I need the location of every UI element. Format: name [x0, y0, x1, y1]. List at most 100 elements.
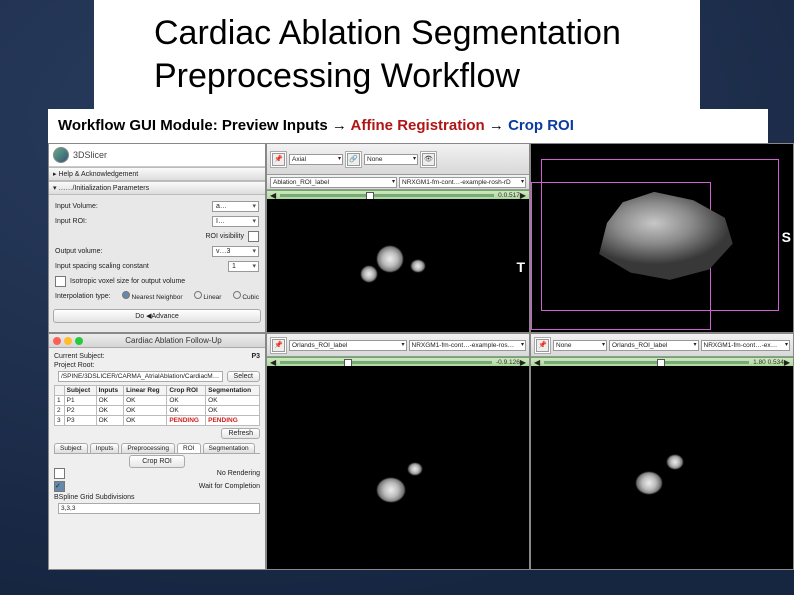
- button-select[interactable]: Select: [227, 371, 260, 382]
- table-row[interactable]: 1P1OKOKOKOK: [55, 396, 260, 406]
- tab-inputs[interactable]: Inputs: [90, 443, 120, 453]
- dd-label[interactable]: Ablation_ROI_label: [270, 177, 397, 188]
- button-refresh[interactable]: Refresh: [221, 428, 260, 439]
- subtitle-crop: Crop ROI: [508, 117, 574, 134]
- dropdown-input-roi[interactable]: I…: [212, 216, 259, 227]
- section-params[interactable]: ▾ ……/Initialization Parameters: [49, 181, 265, 195]
- scrub-axial[interactable]: ◀ 0.0.517 ▶: [267, 190, 529, 199]
- viewer-3d[interactable]: S: [530, 143, 794, 333]
- checkbox-roi-visibility[interactable]: [248, 231, 259, 242]
- label-project-root: Project Root:: [54, 362, 94, 369]
- radio-interp-nn[interactable]: Nearest Neighbor: [132, 294, 183, 301]
- pin-icon[interactable]: 📌: [536, 339, 549, 352]
- input-bspline[interactable]: 3,3,3: [58, 503, 260, 514]
- viewer-bottom-right: 📌 None Orlands_ROI_label NRXGM1-fm-cont……: [530, 333, 794, 570]
- label-input-roi: Input ROI:: [55, 218, 87, 225]
- status-table: SubjectInputsLinear RegCrop ROISegmentat…: [54, 385, 260, 426]
- status-col-header: Inputs: [96, 386, 123, 396]
- label-isotropic: Isotropic voxel size for output volume: [70, 278, 185, 285]
- followup-title: Cardiac Ablation Follow-Up: [86, 336, 261, 345]
- checkbox-isotropic[interactable]: [55, 276, 66, 287]
- button-crop-roi[interactable]: Crop ROI: [129, 455, 185, 468]
- checkbox-no-rendering[interactable]: [54, 468, 65, 479]
- input-project-root[interactable]: /SPINE/3DSLICER/CARMA_AtrialAblation/Car…: [58, 371, 223, 382]
- tab-subject[interactable]: Subject: [54, 443, 88, 453]
- viewer-br-toolbar: 📌 None Orlands_ROI_label NRXGM1-fm-cont……: [531, 334, 793, 357]
- label-interp: Interpolation type:: [55, 293, 111, 300]
- viewer-br-content[interactable]: [531, 366, 793, 569]
- radio-interp-cubic[interactable]: Cubic: [242, 294, 259, 301]
- label-output-volume: Output volume:: [55, 248, 102, 255]
- marker-t: T: [516, 259, 525, 275]
- subtitle-arrow: →: [485, 117, 508, 134]
- status-cell: PENDING: [167, 416, 206, 426]
- radio-interp-linear[interactable]: Linear: [203, 294, 221, 301]
- slicer-logo-icon: [53, 147, 69, 163]
- viewer-axial-toolbar2: Ablation_ROI_label NRXGM1-fm-cont…-examp…: [267, 175, 529, 190]
- table-row[interactable]: 3P3OKOKPENDINGPENDING: [55, 416, 260, 426]
- minimize-icon[interactable]: [64, 337, 72, 345]
- tab-roi[interactable]: ROI: [177, 443, 201, 453]
- tab-preprocessing[interactable]: Preprocessing: [121, 443, 175, 453]
- slide-title: Cardiac Ablation Segmentation Preprocess…: [154, 12, 680, 97]
- content-area: 3DSlicer ▸ Help & Acknowledgement ▾ ……/I…: [48, 143, 794, 570]
- marker-s: S: [782, 229, 791, 245]
- scrub-br[interactable]: ◀ 1.80 0.534 ▶: [531, 357, 793, 366]
- dd-br-fg[interactable]: None: [553, 340, 607, 351]
- dd-br-bg[interactable]: NRXGM1-fm-cont…-example-rosh-rD: [701, 340, 791, 351]
- workflow-subtitle: Workflow GUI Module: Preview Inputs → Af…: [48, 109, 768, 143]
- status-col-header: Subject: [64, 386, 96, 396]
- viewer-axial-content[interactable]: T: [267, 199, 529, 332]
- status-cell: PENDING: [206, 416, 260, 426]
- subtitle-affine: Affine Registration: [351, 117, 485, 134]
- pin-icon[interactable]: 📌: [272, 339, 285, 352]
- status-cell: 2: [55, 406, 65, 416]
- dd-foreground[interactable]: None: [364, 154, 418, 165]
- slicer-params-panel: 3DSlicer ▸ Help & Acknowledgement ▾ ……/I…: [48, 143, 266, 333]
- dd-orientation[interactable]: Axial: [289, 154, 343, 165]
- section-help[interactable]: ▸ Help & Acknowledgement: [49, 167, 265, 181]
- viewer-bl-content[interactable]: [267, 366, 529, 569]
- status-cell: 3: [55, 416, 65, 426]
- status-cell: OK: [124, 406, 167, 416]
- checkbox-wait[interactable]: ✓: [54, 481, 65, 492]
- value-current-subject: P3: [251, 353, 260, 360]
- label-scaling: Input spacing scaling constant: [55, 263, 149, 270]
- scrub-bl[interactable]: ◀ -0.9.126 ▶: [267, 357, 529, 366]
- close-icon[interactable]: [53, 337, 61, 345]
- status-col-header: Crop ROI: [167, 386, 206, 396]
- label-no-rendering: No Rendering: [217, 470, 260, 477]
- eye-icon[interactable]: 👁: [422, 153, 435, 166]
- status-col-header: Linear Reg: [124, 386, 167, 396]
- dropdown-output-volume[interactable]: v…3: [212, 246, 259, 257]
- button-do-advance[interactable]: Do ◀Advance: [53, 309, 261, 323]
- status-cell: OK: [124, 396, 167, 406]
- slicer-header: 3DSlicer: [49, 144, 265, 167]
- tab-segmentation[interactable]: Segmentation: [203, 443, 255, 453]
- link-icon[interactable]: 🔗: [347, 153, 360, 166]
- table-row[interactable]: 2P2OKOKOKOK: [55, 406, 260, 416]
- dd-bl-label[interactable]: Orlands_ROI_label: [289, 340, 407, 351]
- status-col-header: Segmentation: [206, 386, 260, 396]
- viewer-bl-toolbar: 📌 Orlands_ROI_label NRXGM1-fm-cont…-exam…: [267, 334, 529, 357]
- status-cell: OK: [124, 416, 167, 426]
- status-cell: OK: [206, 406, 260, 416]
- status-cell: OK: [167, 406, 206, 416]
- scrub-value: 0.0.517: [498, 192, 520, 199]
- dd-background[interactable]: NRXGM1-fm-cont…-example-rosh-rD: [399, 177, 526, 188]
- pin-icon[interactable]: 📌: [272, 153, 285, 166]
- dd-bl-bg[interactable]: NRXGM1-fm-cont…-example-rosh-rD: [409, 340, 527, 351]
- status-cell: P2: [64, 406, 96, 416]
- slide-title-block: Cardiac Ablation Segmentation Preprocess…: [94, 0, 700, 109]
- subtitle-prefix: Workflow GUI Module: Preview Inputs →: [58, 117, 351, 134]
- status-cell: OK: [96, 416, 123, 426]
- dd-br-label[interactable]: Orlands_ROI_label: [609, 340, 699, 351]
- input-scaling[interactable]: 1: [228, 261, 259, 272]
- zoom-icon[interactable]: [75, 337, 83, 345]
- dropdown-input-volume[interactable]: a…: [212, 201, 259, 212]
- viewer-axial-toolbar: 📌 Axial 🔗 None 👁: [267, 144, 529, 175]
- label-input-volume: Input Volume:: [55, 203, 98, 210]
- status-cell: P3: [64, 416, 96, 426]
- slicer-app-name: 3DSlicer: [73, 150, 107, 160]
- scrub-bl-value: -0.9.126: [496, 359, 520, 366]
